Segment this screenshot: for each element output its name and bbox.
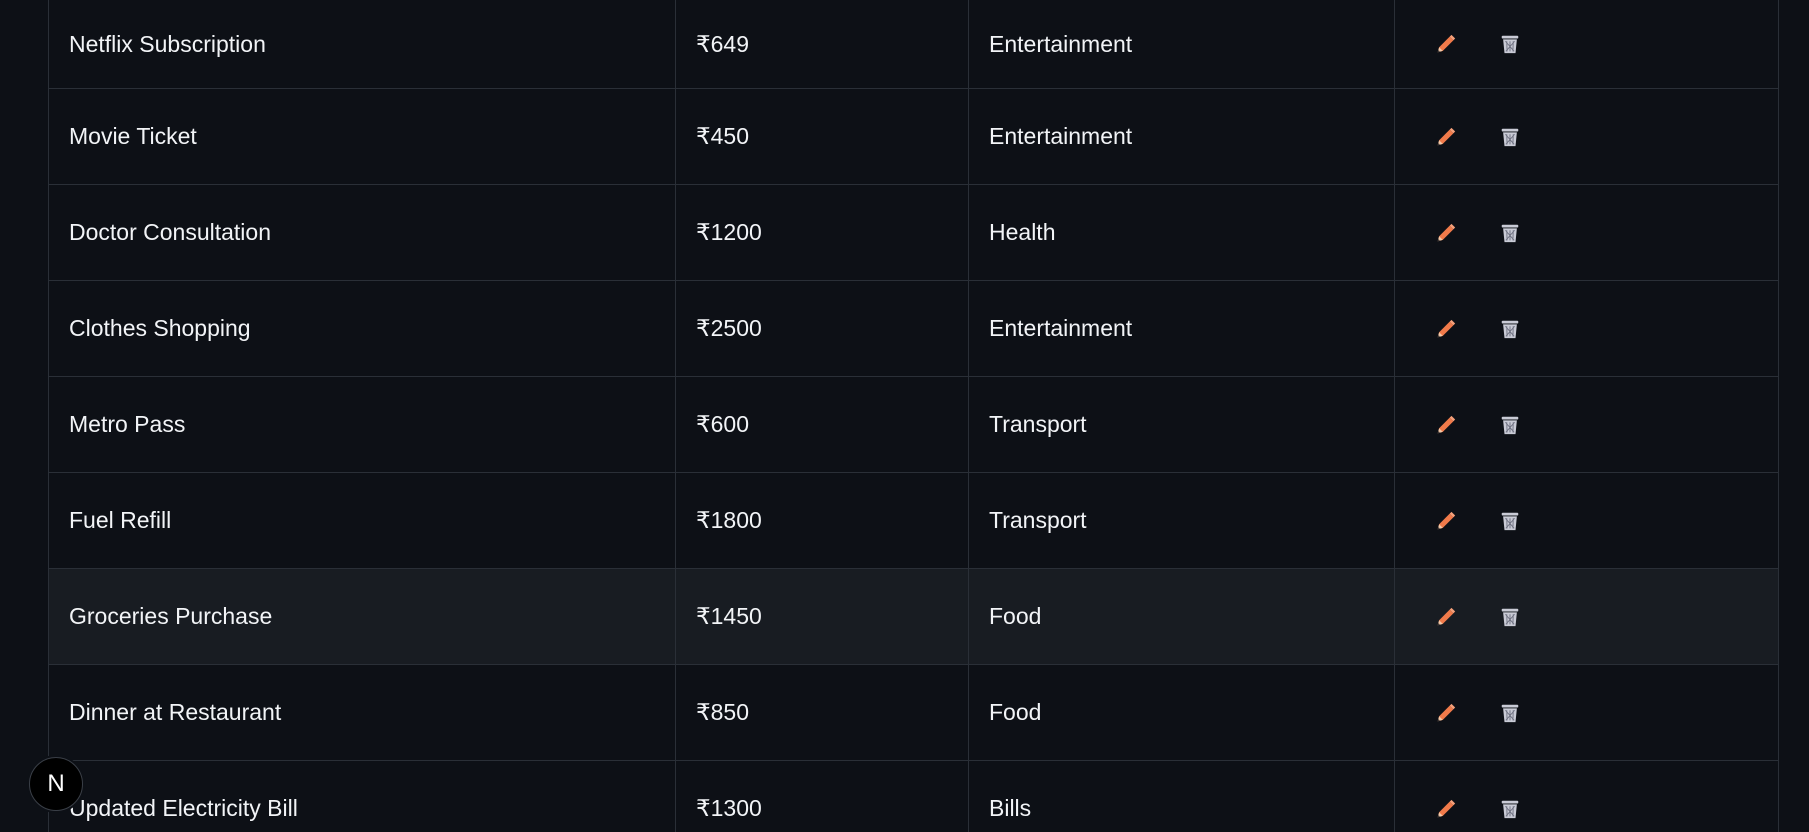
expense-amount: ₹850 (676, 665, 969, 760)
delete-button[interactable] (1493, 312, 1527, 346)
delete-button[interactable] (1493, 696, 1527, 730)
delete-button[interactable] (1493, 792, 1527, 826)
table-row: Dinner at Restaurant ₹850 Food (49, 665, 1778, 761)
pencil-icon (1435, 702, 1457, 724)
edit-button[interactable] (1429, 27, 1463, 61)
pencil-icon (1435, 126, 1457, 148)
wastebasket-icon (1499, 126, 1521, 148)
expense-name: Dinner at Restaurant (49, 665, 676, 760)
wastebasket-icon (1499, 702, 1521, 724)
expense-category: Transport (969, 473, 1395, 568)
pencil-icon (1435, 606, 1457, 628)
wastebasket-icon (1499, 510, 1521, 532)
row-actions (1395, 185, 1778, 280)
row-actions (1395, 665, 1778, 760)
table-row: Movie Ticket ₹450 Entertainment (49, 89, 1778, 185)
row-actions (1395, 569, 1778, 664)
expense-category: Food (969, 569, 1395, 664)
edit-button[interactable] (1429, 504, 1463, 538)
delete-button[interactable] (1493, 120, 1527, 154)
expense-amount: ₹1200 (676, 185, 969, 280)
expense-amount: ₹1300 (676, 761, 969, 832)
edit-button[interactable] (1429, 696, 1463, 730)
edit-button[interactable] (1429, 600, 1463, 634)
delete-button[interactable] (1493, 27, 1527, 61)
expense-amount: ₹1800 (676, 473, 969, 568)
edit-button[interactable] (1429, 408, 1463, 442)
expense-category: Health (969, 185, 1395, 280)
row-actions (1395, 761, 1778, 832)
table-row: Updated Electricity Bill ₹1300 Bills (49, 761, 1778, 832)
expense-amount: ₹600 (676, 377, 969, 472)
delete-button[interactable] (1493, 504, 1527, 538)
expense-category: Entertainment (969, 89, 1395, 184)
expense-amount: ₹1450 (676, 569, 969, 664)
edit-button[interactable] (1429, 792, 1463, 826)
table-row: Clothes Shopping ₹2500 Entertainment (49, 281, 1778, 377)
expense-category: Transport (969, 377, 1395, 472)
expense-name: Fuel Refill (49, 473, 676, 568)
table-row: Groceries Purchase ₹1450 Food (49, 569, 1778, 665)
pencil-icon (1435, 798, 1457, 820)
row-actions (1395, 89, 1778, 184)
pencil-icon (1435, 33, 1457, 55)
edit-button[interactable] (1429, 120, 1463, 154)
expense-category: Entertainment (969, 0, 1395, 88)
expense-amount: ₹450 (676, 89, 969, 184)
pencil-icon (1435, 318, 1457, 340)
delete-button[interactable] (1493, 408, 1527, 442)
expense-name: Groceries Purchase (49, 569, 676, 664)
wastebasket-icon (1499, 33, 1521, 55)
wastebasket-icon (1499, 318, 1521, 340)
edit-button[interactable] (1429, 216, 1463, 250)
expense-category: Bills (969, 761, 1395, 832)
edit-button[interactable] (1429, 312, 1463, 346)
wastebasket-icon (1499, 414, 1521, 436)
row-actions (1395, 377, 1778, 472)
expense-name: Updated Electricity Bill (49, 761, 676, 832)
pencil-icon (1435, 414, 1457, 436)
pencil-icon (1435, 510, 1457, 532)
expense-amount: ₹649 (676, 0, 969, 88)
expense-name: Clothes Shopping (49, 281, 676, 376)
table-row: Netflix Subscription ₹649 Entertainment (49, 0, 1778, 89)
expense-amount: ₹2500 (676, 281, 969, 376)
expense-category: Entertainment (969, 281, 1395, 376)
delete-button[interactable] (1493, 216, 1527, 250)
expense-category: Food (969, 665, 1395, 760)
wastebasket-icon (1499, 222, 1521, 244)
row-actions (1395, 281, 1778, 376)
row-actions (1395, 473, 1778, 568)
expense-name: Netflix Subscription (49, 0, 676, 88)
table-row: Metro Pass ₹600 Transport (49, 377, 1778, 473)
pencil-icon (1435, 222, 1457, 244)
expense-name: Movie Ticket (49, 89, 676, 184)
expenses-table: Netflix Subscription ₹649 Entertainment … (48, 0, 1779, 832)
table-row: Doctor Consultation ₹1200 Health (49, 185, 1778, 281)
delete-button[interactable] (1493, 600, 1527, 634)
table-row: Fuel Refill ₹1800 Transport (49, 473, 1778, 569)
expense-name: Doctor Consultation (49, 185, 676, 280)
expense-name: Metro Pass (49, 377, 676, 472)
wastebasket-icon (1499, 606, 1521, 628)
badge-letter: N (47, 770, 65, 797)
nextjs-dev-badge[interactable]: N (29, 757, 83, 811)
wastebasket-icon (1499, 798, 1521, 820)
row-actions (1395, 0, 1778, 88)
